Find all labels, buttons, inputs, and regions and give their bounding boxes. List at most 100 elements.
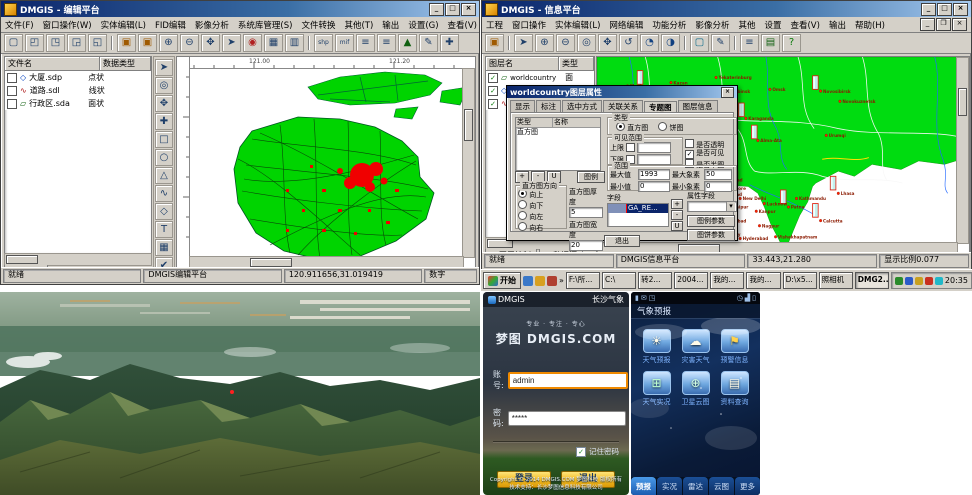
checkbox-checked-icon[interactable]: ✓ xyxy=(488,73,498,83)
checkbox-icon[interactable] xyxy=(7,73,17,83)
grid-icon[interactable]: ▦ xyxy=(264,34,283,52)
maximize-icon[interactable]: □ xyxy=(445,3,460,16)
column-datatype[interactable]: 数据类型 xyxy=(100,57,151,70)
pan-icon[interactable]: ✥ xyxy=(598,34,617,52)
draw-polygon-icon[interactable]: △ xyxy=(155,167,173,184)
measure-icon[interactable]: ✎ xyxy=(419,34,438,52)
layers-icon[interactable]: ▥ xyxy=(285,34,304,52)
child-close-icon[interactable]: × xyxy=(952,18,967,31)
taskbar-task[interactable]: D:\x5... xyxy=(783,272,817,289)
export-icon[interactable]: ◱ xyxy=(88,34,107,52)
text-tool-icon[interactable]: T xyxy=(155,221,173,238)
zoom-window-icon[interactable]: ◎ xyxy=(577,34,596,52)
open-project-icon[interactable]: ▣ xyxy=(117,34,136,52)
open-map-icon[interactable]: ▣ xyxy=(138,34,157,52)
tab-relation[interactable]: 关联关系 xyxy=(603,100,643,112)
undo-icon[interactable]: ↺ xyxy=(619,34,638,52)
app-data-query[interactable]: ▤ 资料查询 xyxy=(717,371,752,407)
checkbox-checked-icon[interactable]: ✓ xyxy=(488,99,498,109)
menu-item[interactable]: 网络编辑 xyxy=(609,19,643,31)
menu-item[interactable]: 窗口操作 xyxy=(512,19,546,31)
menu-item[interactable]: 查看(V) xyxy=(448,19,477,31)
menu-item[interactable]: 设置 xyxy=(764,19,781,31)
info-circle-icon[interactable]: ◑ xyxy=(661,34,680,52)
menu-item[interactable]: 输出 xyxy=(829,19,846,31)
draw-rect-icon[interactable]: □ xyxy=(155,131,173,148)
nav-tab-cloud[interactable]: 云图 xyxy=(709,477,734,495)
taskbar-task[interactable]: 转2... xyxy=(638,272,672,289)
map-canvas[interactable]: 121.00 121.20 xyxy=(176,56,476,270)
radio-pie[interactable]: 饼图 xyxy=(658,122,683,133)
nav-tab-forecast[interactable]: 预报 xyxy=(631,477,656,495)
start-button[interactable]: 开始 xyxy=(483,272,521,289)
max-value-input[interactable] xyxy=(638,169,670,180)
tray-icon[interactable] xyxy=(905,277,913,285)
app-warning-info[interactable]: ⚑ 预警信息 xyxy=(717,329,752,365)
menu-item[interactable]: 影像分析 xyxy=(195,19,229,31)
taskbar-task[interactable]: 2004... xyxy=(674,272,708,289)
account-input[interactable] xyxy=(508,372,628,389)
upper-limit-input[interactable] xyxy=(637,142,671,153)
menu-item[interactable]: 窗口操作(W) xyxy=(43,19,92,31)
checkbox-checked-icon[interactable]: ✓ xyxy=(488,86,498,96)
exit-button[interactable]: 退出 xyxy=(604,235,640,247)
column-layertype[interactable]: 类型 xyxy=(559,57,594,70)
terrain-3d-view[interactable] xyxy=(0,292,480,495)
map-vscroll[interactable] xyxy=(956,57,969,244)
checkbox-icon[interactable] xyxy=(7,99,17,109)
refresh-icon[interactable]: ◉ xyxy=(243,34,262,52)
map-vscroll[interactable] xyxy=(462,68,475,258)
menu-item[interactable]: 影像分析 xyxy=(695,19,729,31)
menu-item[interactable]: 工程 xyxy=(486,19,503,31)
draw-line-icon[interactable]: ∿ xyxy=(155,185,173,202)
radio-down[interactable]: 向下 xyxy=(518,200,564,211)
layer-row[interactable]: ▱ 行政区.sda 面状 xyxy=(5,97,151,110)
zoom-tool-icon[interactable]: ◎ xyxy=(155,77,173,94)
menu-item[interactable]: 实体编辑(L) xyxy=(555,19,600,31)
layer-row[interactable]: ∿ 道路.sdl 线状 xyxy=(5,84,151,97)
full-extent-icon[interactable]: ◔ xyxy=(640,34,659,52)
taskbar-task[interactable]: 照相机 xyxy=(819,272,853,289)
title-bar[interactable]: DMGIS - 编辑平台 _ □ × xyxy=(1,1,479,17)
thematic-list[interactable]: 类型 名称 直方图 xyxy=(515,117,601,171)
radio-left[interactable]: 向左 xyxy=(518,211,564,222)
dialog-title-bar[interactable]: worldcountry图层属性 × xyxy=(507,86,737,98)
legend-params-button[interactable]: 图例参数 xyxy=(687,215,735,227)
menu-item[interactable]: 帮助(H) xyxy=(855,19,885,31)
menu-item[interactable]: 输出 xyxy=(382,19,399,31)
legend-button[interactable]: 图例 xyxy=(577,171,605,183)
app-weather-forecast[interactable]: ☀ 天气预报 xyxy=(639,329,674,365)
shanghai-map[interactable] xyxy=(190,69,473,267)
radio-right[interactable]: 向右 xyxy=(518,222,564,233)
open-project-icon[interactable]: ▣ xyxy=(485,34,504,52)
remember-row[interactable]: ✓ 记住密码 xyxy=(483,446,619,457)
tray-icon[interactable] xyxy=(915,277,923,285)
add-point-icon[interactable]: ✚ xyxy=(155,113,173,130)
measure-icon[interactable]: ✎ xyxy=(711,34,730,52)
quicklaunch-browser-icon[interactable] xyxy=(523,276,533,286)
tray-icon[interactable] xyxy=(935,277,943,285)
menu-item[interactable]: FID编辑 xyxy=(155,19,186,31)
menu-item[interactable]: 系统库管理(S) xyxy=(238,19,293,31)
zoom-in-icon[interactable]: ⊕ xyxy=(159,34,178,52)
select-arrow-icon[interactable]: ➤ xyxy=(514,34,533,52)
tray-icon[interactable] xyxy=(895,277,903,285)
chevron-down-icon[interactable]: ▾ xyxy=(726,202,735,211)
remember-checkbox[interactable]: ✓ xyxy=(576,447,586,457)
app-live-weather[interactable]: ⊞ 天气实况 xyxy=(639,371,674,407)
taskbar-task-active[interactable]: DMG2... xyxy=(855,272,889,289)
zoom-out-icon[interactable]: ⊖ xyxy=(556,34,575,52)
child-restore-icon[interactable]: ❐ xyxy=(936,18,951,31)
field-add-icon[interactable]: + xyxy=(671,199,683,209)
menu-item[interactable]: 其他 xyxy=(738,19,755,31)
dialog-close-icon[interactable]: × xyxy=(721,87,734,98)
menu-item[interactable]: 其他(T) xyxy=(344,19,373,31)
field-remove-icon[interactable]: - xyxy=(671,210,683,220)
layer-row[interactable]: ✓ ▱ worldcountry 面 xyxy=(486,71,594,84)
attribute-dropdown[interactable]: ▾ xyxy=(687,201,737,212)
maximize-icon[interactable]: □ xyxy=(937,3,952,16)
field-list[interactable]: GA_RE... xyxy=(607,203,669,227)
tray-clock[interactable]: 20:35 xyxy=(945,276,968,285)
draw-circle-icon[interactable]: ○ xyxy=(155,149,173,166)
menu-item[interactable]: 功能分析 xyxy=(652,19,686,31)
